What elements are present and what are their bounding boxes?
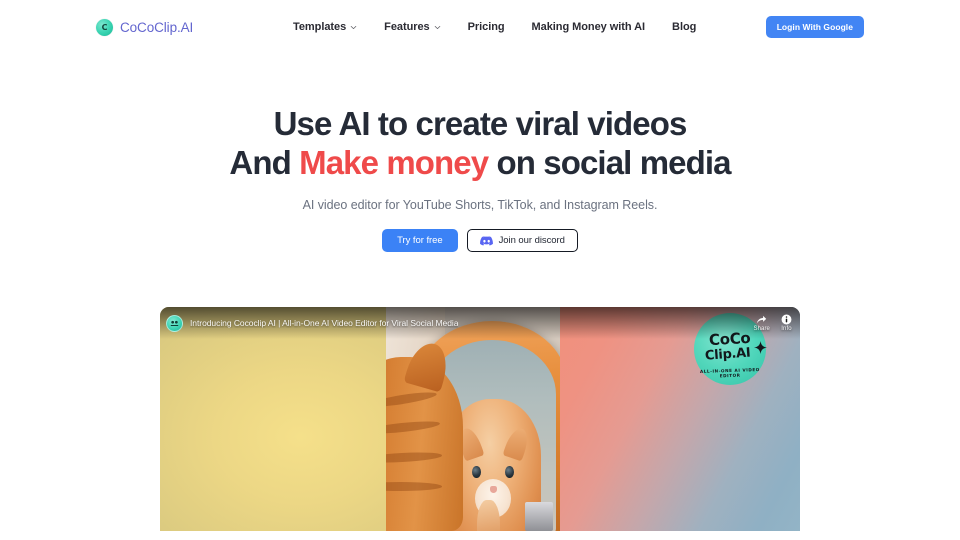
fur-stripe xyxy=(386,450,443,464)
foreground-cat xyxy=(386,338,463,532)
nav-item-blog[interactable]: Blog xyxy=(672,21,696,33)
fur-stripe xyxy=(386,482,442,492)
nav-item-label: Making Money with AI xyxy=(531,21,646,33)
login-with-google-button[interactable]: Login With Google xyxy=(765,16,864,38)
share-arrow-icon xyxy=(756,315,767,325)
nav-item-label: Templates xyxy=(293,21,347,33)
main-navigation: Templates Features Pricing Making Money … xyxy=(293,21,696,33)
cat-eye-right xyxy=(505,465,515,479)
share-label: Share xyxy=(753,325,770,332)
info-button[interactable]: Info xyxy=(781,314,792,332)
join-discord-label: Join our discord xyxy=(498,235,565,247)
hero-cta-group: Try for free Join our discord xyxy=(0,229,960,253)
hero-subtitle: AI video editor for YouTube Shorts, TikT… xyxy=(302,198,658,213)
video-panel-right xyxy=(560,307,800,532)
fur-stripe xyxy=(386,418,440,436)
svg-text:C: C xyxy=(102,23,108,32)
discord-icon xyxy=(479,235,493,246)
video-player[interactable]: CoCo Clip.AI ALL-IN-ONE AI VIDEO EDITOR … xyxy=(160,307,800,532)
hero-section: Use AI to create viral videos And Make m… xyxy=(0,54,960,253)
video-top-bar: Introducing Cococlip AI | All-in-One AI … xyxy=(160,307,800,340)
nav-item-pricing[interactable]: Pricing xyxy=(468,21,505,33)
nav-item-templates[interactable]: Templates xyxy=(293,21,357,33)
cococlip-circle-logo-icon: C xyxy=(96,18,113,36)
site-header: C CoCoClip.AI Templates Features Pricing… xyxy=(0,0,960,54)
info-circle-icon xyxy=(781,314,792,325)
nav-item-label: Blog xyxy=(672,21,697,33)
video-title[interactable]: Introducing Cococlip AI | All-in-One AI … xyxy=(190,318,458,328)
try-for-free-button[interactable]: Try for free xyxy=(382,229,458,253)
nav-item-features[interactable]: Features xyxy=(384,21,440,33)
video-panel-center-cat-mirror xyxy=(386,307,560,532)
chevron-down-icon xyxy=(434,24,441,31)
video-frame-content xyxy=(160,307,800,532)
video-actions: Share Info xyxy=(753,314,792,332)
chevron-down-icon xyxy=(350,24,357,31)
hero-title-highlight: Make money xyxy=(299,143,489,181)
info-label: Info xyxy=(781,326,792,333)
hero-title-line-1: Use AI to create viral videos xyxy=(273,105,688,142)
cat-nose xyxy=(490,486,497,494)
brand-logo[interactable]: C CoCoClip.AI xyxy=(96,18,194,36)
share-button[interactable]: Share xyxy=(753,315,770,332)
nav-item-making-money-with-ai[interactable]: Making Money with AI xyxy=(532,21,646,33)
nav-item-label: Features xyxy=(384,21,430,33)
channel-avatar-icon[interactable] xyxy=(166,314,183,332)
cat-eye-left xyxy=(472,465,482,479)
scene-prop xyxy=(525,502,554,532)
hero-title-line-2-suffix: on social media xyxy=(488,143,731,181)
fur-stripe xyxy=(386,389,438,410)
nav-item-label: Pricing xyxy=(467,21,505,33)
cat-ear-right xyxy=(502,426,532,463)
hero-title-line-2-prefix: And xyxy=(229,143,300,181)
join-discord-button[interactable]: Join our discord xyxy=(466,229,578,253)
page-title: Use AI to create viral videos And Make m… xyxy=(0,105,960,182)
video-panel-left xyxy=(160,307,386,532)
brand-name: CoCoClip.AI xyxy=(120,19,194,35)
